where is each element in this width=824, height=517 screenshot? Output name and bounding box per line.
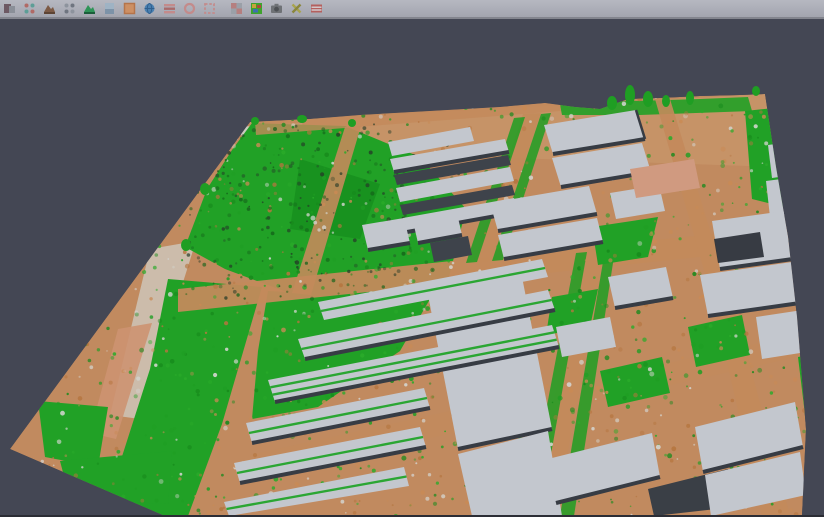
grid-icon[interactable] [229, 1, 244, 16]
align-photos-icon[interactable] [22, 1, 37, 16]
classification-icon[interactable] [249, 1, 264, 16]
sparse-cloud-icon[interactable] [62, 1, 77, 16]
toolbar [0, 0, 824, 19]
orthomosaic-icon[interactable] [122, 1, 137, 16]
new-project-icon[interactable] [2, 1, 17, 16]
clip-icon[interactable] [289, 1, 304, 16]
layers-icon[interactable] [162, 1, 177, 16]
globe-icon[interactable] [142, 1, 157, 16]
camera-icon[interactable] [269, 1, 284, 16]
3d-viewport[interactable] [0, 19, 824, 515]
dem-icon[interactable] [42, 1, 57, 16]
region-select-icon[interactable] [202, 1, 217, 16]
circle-select-icon[interactable] [182, 1, 197, 16]
scene-canvas [0, 19, 824, 515]
mesh-icon[interactable] [82, 1, 97, 16]
texture-icon[interactable] [102, 1, 117, 16]
application-window [0, 0, 824, 517]
delete-layer-icon[interactable] [309, 1, 324, 16]
